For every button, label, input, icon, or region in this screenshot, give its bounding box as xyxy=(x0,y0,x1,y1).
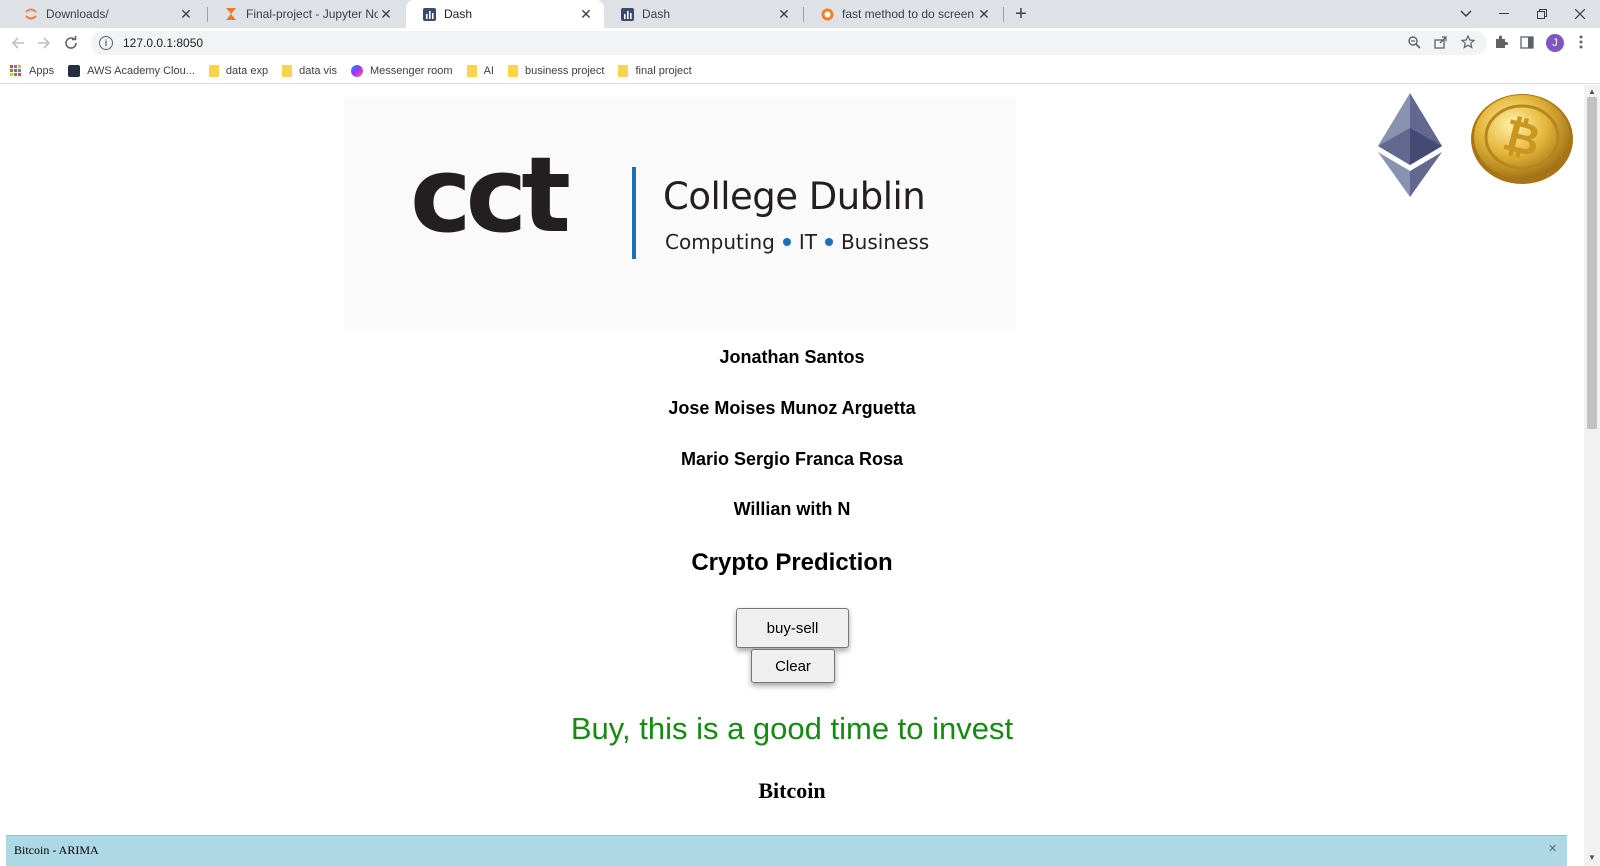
aws-icon xyxy=(68,64,81,77)
bookmark-label: business project xyxy=(524,64,605,77)
side-panel-icon[interactable] xyxy=(1518,33,1536,51)
bookmark-ai[interactable]: AI xyxy=(466,64,494,77)
extensions-icon[interactable] xyxy=(1492,33,1510,51)
page-scrollbar[interactable]: ▲ ▼ xyxy=(1584,85,1600,866)
orange-globe-icon xyxy=(820,7,834,21)
close-icon[interactable]: ✕ xyxy=(776,6,792,22)
tab-dash[interactable]: Dash ✕ xyxy=(604,0,802,28)
bookmark-aws-academy[interactable]: AWS Academy Clou... xyxy=(68,64,195,77)
folder-icon xyxy=(507,64,518,77)
logo-tagline-business: Business xyxy=(840,230,930,254)
logo-tagline-it: IT xyxy=(798,230,817,254)
tab-downloads[interactable]: Downloads/ ✕ xyxy=(8,0,204,28)
team-member-name: Willian with N xyxy=(733,499,851,519)
forward-icon[interactable] xyxy=(34,33,54,53)
panel-close-icon[interactable]: ✕ xyxy=(1548,842,1557,855)
prediction-result: Buy, this is a good time to invest xyxy=(570,711,1014,746)
page-title: Crypto Prediction xyxy=(691,549,893,576)
logo-mark: cct xyxy=(410,134,571,256)
close-icon[interactable]: ✕ xyxy=(976,6,992,22)
chart-panel-header: Bitcoin - ARIMA ✕ xyxy=(6,835,1567,866)
close-icon[interactable]: ✕ xyxy=(378,6,394,22)
dash-chart-icon xyxy=(422,7,436,21)
minimize-icon[interactable] xyxy=(1486,0,1522,28)
bookmark-final-project[interactable]: final project xyxy=(618,64,692,77)
tab-title: fast method to do screen shot w xyxy=(842,7,976,21)
bookmark-label: final project xyxy=(635,64,692,77)
ethereum-logo-icon xyxy=(1378,93,1442,197)
logo-tagline-computing: Computing xyxy=(665,230,775,254)
bookmark-label: data exp xyxy=(225,64,269,77)
bookmark-label: data vis xyxy=(299,64,338,77)
tab-title: Dash xyxy=(444,7,473,21)
bookmark-data-vis[interactable]: data vis xyxy=(282,64,338,77)
bitcoin-coin-icon: ₿ xyxy=(1471,94,1573,184)
logo-college-name: College Dublin xyxy=(663,175,926,218)
window-close-icon[interactable] xyxy=(1562,0,1598,28)
bookmark-label: AWS Academy Clou... xyxy=(87,64,195,77)
tab-search-icon[interactable] xyxy=(1448,0,1484,28)
folder-icon xyxy=(466,64,477,77)
zoom-icon[interactable] xyxy=(1405,33,1423,51)
bookmark-label: Apps xyxy=(29,64,55,77)
dash-chart-icon xyxy=(620,7,634,21)
folder-icon xyxy=(282,64,293,77)
logo-dot xyxy=(824,238,833,246)
bookmark-messenger-room[interactable]: Messenger room xyxy=(351,64,453,77)
hourglass-icon xyxy=(224,7,238,21)
jupyter-icon xyxy=(24,7,38,21)
tab-screenshot-search[interactable]: fast method to do screen shot w ✕ xyxy=(804,0,1002,28)
buy-sell-button[interactable]: buy-sell xyxy=(736,608,849,648)
share-icon[interactable] xyxy=(1432,33,1450,51)
new-tab-button[interactable]: + xyxy=(1011,3,1031,25)
bookmark-label: AI xyxy=(483,64,494,77)
bookmark-label: Messenger room xyxy=(370,64,453,77)
messenger-icon xyxy=(351,64,364,77)
site-info-icon[interactable]: i xyxy=(99,36,113,50)
scroll-down-icon[interactable]: ▼ xyxy=(1587,853,1597,863)
logo-tagline: Computing IT Business xyxy=(665,230,929,254)
tab-title: Downloads/ xyxy=(46,7,109,21)
tab-title: Dash xyxy=(642,7,671,21)
bookmark-apps[interactable]: Apps xyxy=(10,64,55,77)
team-member-name: Jose Moises Munoz Arguetta xyxy=(668,398,916,418)
url-text: 127.0.0.1:8050 xyxy=(123,36,204,50)
college-logo: cct College Dublin Computing IT Business xyxy=(344,97,1016,329)
reload-icon[interactable] xyxy=(61,33,81,53)
bookmark-business-project[interactable]: business project xyxy=(507,64,605,77)
close-icon[interactable]: ✕ xyxy=(178,6,194,22)
tab-strip: Downloads/ ✕ Final-project - Jupyter Not… xyxy=(0,0,1600,28)
logo-divider xyxy=(632,167,636,259)
folder-icon xyxy=(618,64,629,77)
profile-avatar[interactable]: J xyxy=(1546,34,1564,52)
scrollbar-thumb[interactable] xyxy=(1587,97,1597,429)
back-icon[interactable] xyxy=(8,33,28,53)
team-member-name: Jonathan Santos xyxy=(719,347,865,367)
logo-dot xyxy=(782,238,791,246)
restore-icon[interactable] xyxy=(1524,0,1560,28)
apps-grid-icon xyxy=(10,64,22,77)
tab-title: Final-project - Jupyter Notebook xyxy=(246,7,378,21)
bookmark-data-exp[interactable]: data exp xyxy=(208,64,269,77)
coin-title: Bitcoin xyxy=(758,778,826,803)
browser-toolbar: i 127.0.0.1:8050 J xyxy=(0,28,1600,58)
tab-divider xyxy=(1003,7,1004,22)
close-icon[interactable]: ✕ xyxy=(578,6,594,22)
folder-icon xyxy=(208,64,219,77)
chart-panel-title: Bitcoin - ARIMA xyxy=(14,843,99,857)
tab-jupyter-notebook[interactable]: Final-project - Jupyter Notebook ✕ xyxy=(208,0,404,28)
scroll-up-icon[interactable]: ▲ xyxy=(1587,87,1597,97)
page-viewport: cct College Dublin Computing IT Business xyxy=(0,85,1584,866)
tab-dash-active[interactable]: Dash ✕ xyxy=(406,0,604,28)
bookmarks-bar: Apps AWS Academy Clou... data exp data v… xyxy=(0,58,1600,84)
bookmark-star-icon[interactable] xyxy=(1459,33,1477,51)
team-member-name: Mario Sergio Franca Rosa xyxy=(680,449,904,469)
address-bar[interactable]: i 127.0.0.1:8050 xyxy=(91,31,1487,55)
menu-kebab-icon[interactable] xyxy=(1572,33,1590,51)
clear-button[interactable]: Clear xyxy=(751,649,835,683)
